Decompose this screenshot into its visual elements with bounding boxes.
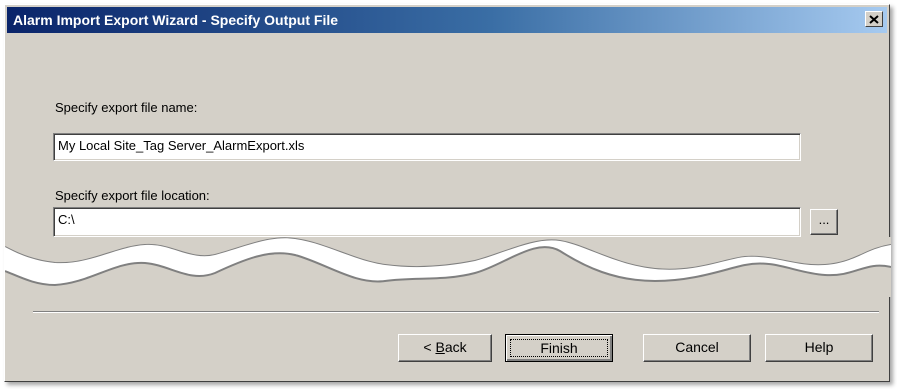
- file-name-input[interactable]: My Local Site_Tag Server_AlarmExport.xls: [53, 133, 801, 161]
- title-bar: Alarm Import Export Wizard - Specify Out…: [7, 7, 887, 33]
- finish-button[interactable]: Finish: [505, 334, 613, 362]
- back-mnemonic: B: [435, 339, 445, 355]
- window-title: Alarm Import Export Wizard - Specify Out…: [13, 12, 339, 28]
- browse-button[interactable]: ...: [810, 209, 838, 235]
- help-button[interactable]: Help: [765, 334, 873, 362]
- separator: [33, 311, 879, 313]
- close-icon: [869, 11, 879, 27]
- cancel-button[interactable]: Cancel: [643, 334, 751, 362]
- wizard-window: Alarm Import Export Wizard - Specify Out…: [4, 4, 891, 382]
- file-location-input[interactable]: C:\: [53, 207, 801, 237]
- close-button[interactable]: [865, 11, 883, 27]
- torn-edge: [5, 237, 891, 297]
- back-rest: ack: [444, 339, 467, 355]
- back-prefix: <: [423, 339, 436, 355]
- back-button[interactable]: < Back: [398, 334, 492, 362]
- file-name-label: Specify export file name:: [55, 100, 198, 115]
- finish-label: Finish: [510, 339, 608, 357]
- file-location-label: Specify export file location:: [55, 188, 210, 203]
